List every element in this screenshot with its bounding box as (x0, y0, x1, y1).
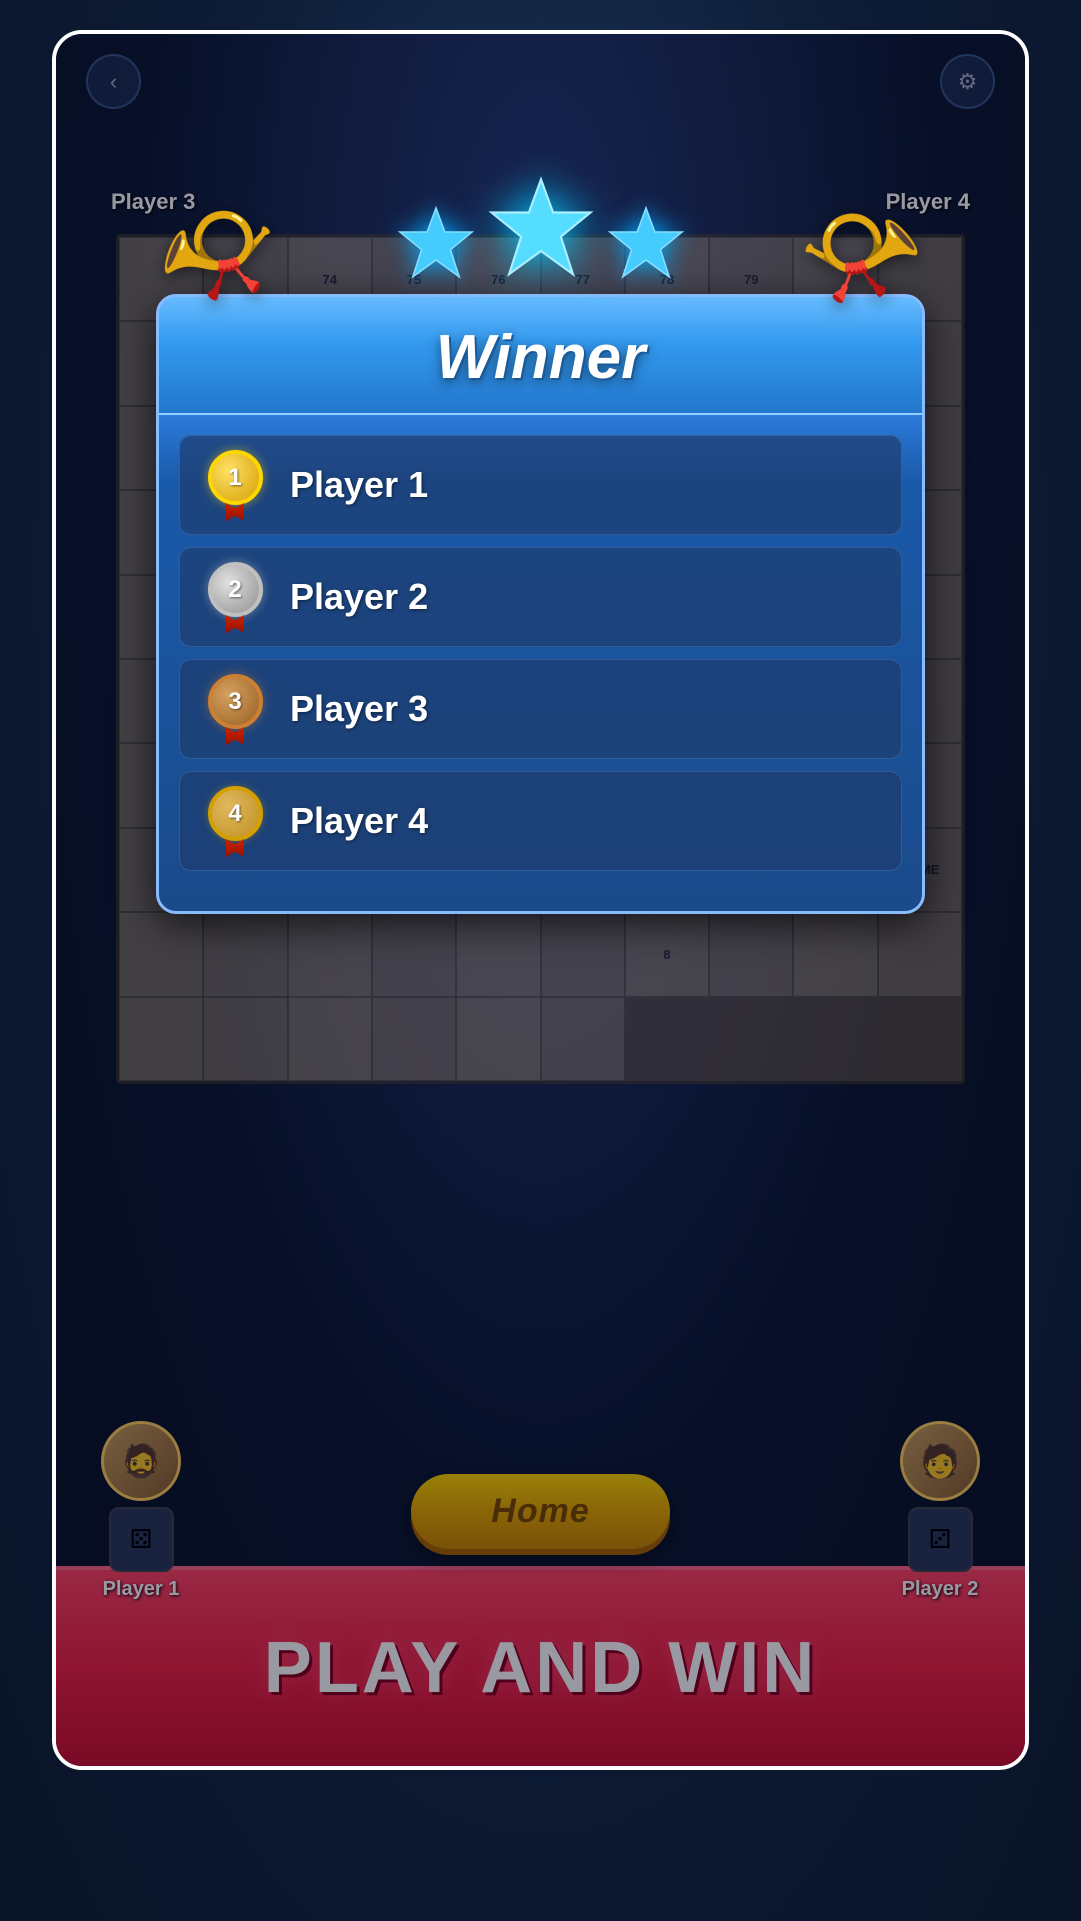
rank3-player-name: Player 3 (290, 688, 428, 730)
rank1-player-name: Player 1 (290, 464, 428, 506)
rank4-player-name: Player 4 (290, 800, 428, 842)
rank1-number: 1 (228, 464, 241, 492)
star-center-icon (486, 174, 596, 284)
rank-row-3: 3 Player 3 (179, 659, 902, 759)
winner-header: Winner (159, 297, 922, 415)
rank-row-4: 4 Player 4 (179, 771, 902, 871)
rank4-number: 4 (228, 800, 241, 828)
rank2-player-name: Player 2 (290, 576, 428, 618)
winner-title: Winner (179, 322, 902, 393)
medal-gold-icon: 1 (200, 450, 270, 520)
rank2-number: 2 (228, 576, 241, 604)
winner-popup: 📯 📯 Winner (156, 174, 925, 914)
rankings-list: 1 Player 1 2 (159, 415, 922, 881)
trumpet-right-icon: 📯 (791, 187, 934, 324)
rank-row-1: 1 Player 1 (179, 435, 902, 535)
rank-row-2: 2 Player 2 (179, 547, 902, 647)
rank3-number: 3 (228, 688, 241, 716)
medal-silver-icon: 2 (200, 562, 270, 632)
star-left-icon (396, 204, 476, 284)
medal-bronze-icon: 3 (200, 674, 270, 744)
medal-4th-icon: 4 (200, 786, 270, 856)
phone-frame: ‹ ⚙ Player 3 Player 4 6 74 75 76 77 78 7… (52, 30, 1029, 1770)
star-right-icon (606, 204, 686, 284)
winner-card: Winner 1 Player 1 (156, 294, 925, 914)
trumpet-left-icon: 📯 (147, 187, 290, 324)
